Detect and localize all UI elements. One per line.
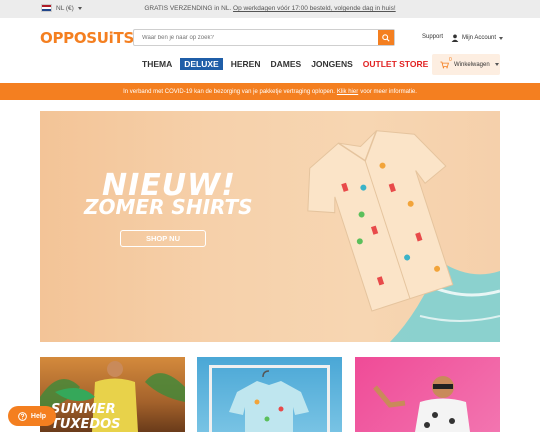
tile-party-shirts[interactable]: [355, 357, 500, 432]
search-bar: [133, 29, 395, 46]
help-icon: [18, 411, 27, 421]
shipping-text: GRATIS VERZENDING in NL.: [144, 5, 232, 12]
tile-party-shirts-image: [373, 376, 470, 432]
nav-item-heren[interactable]: HEREN: [229, 58, 263, 70]
support-label: Support: [422, 34, 444, 40]
banner-link[interactable]: Klik hier: [337, 89, 358, 95]
account-menu[interactable]: Mijn Account: [451, 34, 504, 42]
cart-label: Winkelwagen: [454, 61, 490, 68]
help-button[interactable]: Help: [8, 406, 56, 426]
nav-item-outlet-store[interactable]: OUTLET STORE: [361, 58, 431, 70]
main-nav: THEMA DELUXE HEREN DAMES JONGENS OUTLET …: [140, 58, 430, 70]
chevron-down-icon: [494, 63, 499, 66]
tile-shirts[interactable]: [197, 357, 342, 432]
hero-banner[interactable]: NIEUW! ZOMER SHIRTS SHOP NU: [40, 111, 500, 342]
banner-text: In verband met COVID-19 kan de bezorging…: [123, 88, 335, 95]
category-tiles: SUMMER TUXEDOS: [40, 357, 500, 432]
nav-item-thema[interactable]: THEMA: [140, 58, 174, 70]
top-bar: NL (€) GRATIS VERZENDING in NL. Op werkd…: [0, 0, 540, 18]
nav-item-jongens[interactable]: JONGENS: [309, 58, 355, 70]
logo[interactable]: OPPOSUiTS: [40, 29, 134, 47]
support-link[interactable]: Support: [422, 34, 443, 40]
shipping-link[interactable]: Op werkdagen vóór 17:00 besteld, volgend…: [233, 5, 396, 12]
shop-now-button[interactable]: SHOP NU: [120, 230, 206, 247]
nav-item-deluxe[interactable]: DELUXE: [180, 58, 223, 70]
cart-button[interactable]: 0 Winkelwagen: [432, 54, 500, 75]
search-button[interactable]: [378, 30, 394, 45]
tile-label: SUMMER TUXEDOS: [51, 402, 121, 432]
cart-count: 0: [449, 57, 452, 63]
shipping-notice: GRATIS VERZENDING in NL. Op werkdagen vó…: [0, 5, 540, 12]
account-label: Mijn Account: [462, 35, 497, 41]
hero-shirt-image: [307, 130, 500, 342]
cart-icon: [440, 61, 449, 68]
help-label: Help: [30, 412, 47, 420]
nav-item-dames[interactable]: DAMES: [268, 58, 303, 70]
search-input[interactable]: [134, 30, 378, 45]
hero-title-line2: ZOMER SHIRTS: [84, 195, 253, 219]
chevron-down-icon: [499, 36, 504, 40]
covid-banner: In verband met COVID-19 kan de bezorging…: [0, 83, 540, 100]
user-icon: [451, 34, 459, 42]
tile-shirts-image: [209, 365, 330, 432]
search-icon: [382, 33, 390, 42]
tile-summer-tuxedos[interactable]: SUMMER TUXEDOS: [40, 357, 185, 432]
banner-text-end: voor meer informatie.: [360, 88, 417, 95]
